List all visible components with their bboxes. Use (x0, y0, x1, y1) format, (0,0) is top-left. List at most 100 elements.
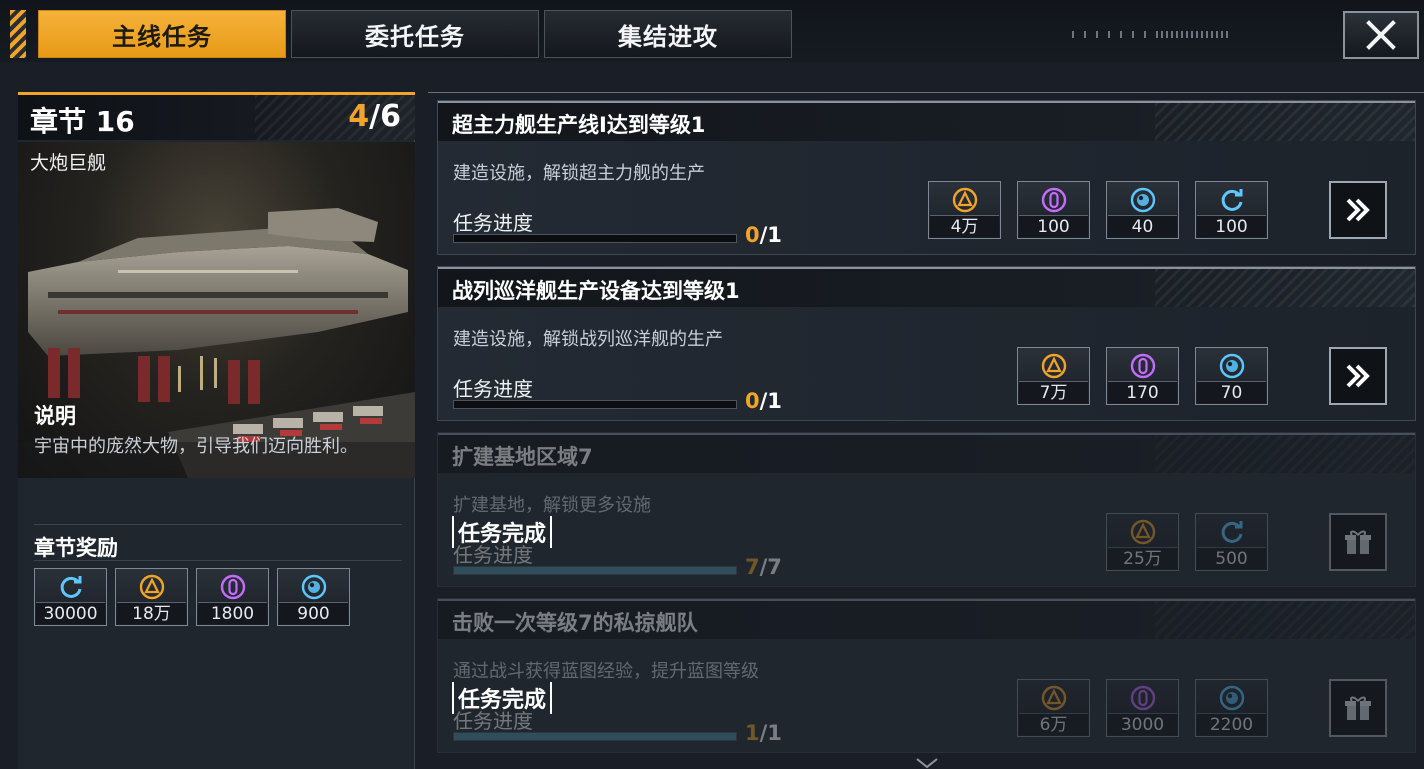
chapter-title: 章节 16 (30, 105, 135, 138)
reward-item[interactable]: 25万 (1106, 513, 1179, 571)
reward-amount: 3000 (1108, 713, 1177, 735)
task-progress-bar (453, 234, 737, 243)
task-reward-list: 6万 3000 2200 (1017, 679, 1268, 737)
decorative-ticks (1072, 30, 1252, 38)
top-bar: 主线任务 委托任务 集结进攻 (0, 0, 1424, 62)
reward-amount: 70 (1197, 381, 1266, 403)
double-chevron-right-icon (1346, 198, 1370, 222)
task-description: 扩建基地，解锁更多设施 (453, 495, 651, 516)
chapter-progress-current: 4 (348, 99, 370, 134)
task-progress-total: /1 (759, 721, 782, 745)
task-name: 扩建基地区域7 (452, 445, 593, 469)
task-progress-count: 0/1 (745, 389, 782, 413)
reward-amount: 7万 (1019, 381, 1088, 403)
tab-main-quest[interactable]: 主线任务 (38, 10, 286, 58)
refresh-icon (1218, 518, 1246, 546)
task-header: 扩建基地区域7 (438, 433, 1415, 473)
task-reward-list: 7万 170 70 (1017, 347, 1268, 405)
reward-amount: 170 (1108, 381, 1177, 403)
refresh-icon (1218, 186, 1246, 214)
chapter-ship-image (18, 142, 415, 478)
task-progress-current: 7 (745, 555, 760, 579)
chapter-progress-total: /6 (369, 99, 401, 134)
reward-item[interactable]: 40 (1106, 181, 1179, 239)
reward-item[interactable]: 6万 (1017, 679, 1090, 737)
task-progress-total: /1 (759, 389, 782, 413)
task-progress-current: 0 (745, 389, 760, 413)
claim-reward-button[interactable] (1329, 679, 1387, 737)
task-description: 建造设施，解锁战列巡洋舰的生产 (453, 329, 723, 350)
reward-item[interactable]: 4万 (928, 181, 1001, 239)
chapter-panel: 章节 16 4/6 大炮巨舰 说明 宇宙中的庞然大物，引导我们迈向胜利。 章节奖… (18, 92, 415, 769)
reward-item[interactable]: 70 (1195, 347, 1268, 405)
reward-item[interactable]: 30000 (34, 568, 107, 626)
reward-amount: 30000 (36, 602, 105, 624)
reward-amount: 25万 (1108, 547, 1177, 569)
task-progress-fill (454, 733, 736, 740)
reward-amount: 900 (279, 602, 348, 624)
task-description: 建造设施，解锁超主力舰的生产 (453, 163, 705, 184)
divider (34, 560, 402, 561)
reward-amount: 18万 (117, 602, 186, 624)
energy-orb-icon (1218, 684, 1246, 712)
gift-icon (1345, 696, 1371, 720)
triangle-coin-icon (138, 573, 166, 601)
energy-orb-icon (1129, 186, 1157, 214)
reward-amount: 6万 (1019, 713, 1088, 735)
crystal-icon (1040, 186, 1068, 214)
triangle-coin-icon (1040, 352, 1068, 380)
close-icon (1366, 20, 1396, 50)
task-progress-total: /7 (759, 555, 782, 579)
tab-commission-quest[interactable]: 委托任务 (291, 10, 539, 58)
hazard-stripe (10, 10, 26, 58)
task-header: 击败一次等级7的私掠舰队 (438, 599, 1415, 639)
reward-amount: 4万 (930, 215, 999, 237)
reward-amount: 500 (1197, 547, 1266, 569)
chapter-subtitle: 大炮巨舰 (30, 152, 107, 174)
task-progress-label: 任务进度 (453, 709, 533, 733)
task-card: 战列巡洋舰生产设备达到等级1 建造设施，解锁战列巡洋舰的生产 任务进度 0/1 7万 17… (437, 266, 1416, 421)
task-reward-list: 25万 500 (1106, 513, 1268, 571)
task-name: 超主力舰生产线Ⅰ达到等级1 (452, 113, 706, 137)
reward-amount: 1800 (198, 602, 267, 624)
reward-amount: 2200 (1197, 713, 1266, 735)
reward-item[interactable]: 3000 (1106, 679, 1179, 737)
go-to-task-button[interactable] (1329, 347, 1387, 405)
task-header: 战列巡洋舰生产设备达到等级1 (438, 267, 1415, 307)
task-card: 超主力舰生产线Ⅰ达到等级1 建造设施，解锁超主力舰的生产 任务进度 0/1 4万 100 4… (437, 100, 1416, 255)
double-chevron-right-icon (1346, 364, 1370, 388)
reward-item[interactable]: 170 (1106, 347, 1179, 405)
task-progress-count: 1/1 (745, 721, 782, 745)
task-reward-list: 4万 100 40 100 (928, 181, 1268, 239)
triangle-coin-icon (1040, 684, 1068, 712)
chapter-reward-title: 章节奖励 (34, 536, 118, 560)
reward-item[interactable]: 100 (1195, 181, 1268, 239)
task-progress-label: 任务进度 (453, 543, 533, 567)
reward-item[interactable]: 1800 (196, 568, 269, 626)
task-progress-current: 0 (745, 223, 760, 247)
energy-orb-icon (1218, 352, 1246, 380)
claim-reward-button[interactable] (1329, 513, 1387, 571)
go-to-task-button[interactable] (1329, 181, 1387, 239)
chapter-header: 章节 16 4/6 (18, 92, 415, 140)
triangle-coin-icon (951, 186, 979, 214)
reward-item[interactable]: 500 (1195, 513, 1268, 571)
tab-rally-attack[interactable]: 集结进攻 (544, 10, 792, 58)
reward-item[interactable]: 100 (1017, 181, 1090, 239)
task-description: 通过战斗获得蓝图经验，提升蓝图等级 (453, 661, 759, 682)
description-title: 说明 (34, 404, 76, 428)
task-card: 击败一次等级7的私掠舰队通过战斗获得蓝图经验，提升蓝图等级 任务进度 1/1 6万 30… (437, 598, 1416, 753)
reward-item[interactable]: 7万 (1017, 347, 1090, 405)
reward-item[interactable]: 2200 (1195, 679, 1268, 737)
task-card: 扩建基地区域7 扩建基地，解锁更多设施 任务进度 7/7 25万 500 (437, 432, 1416, 587)
task-name: 战列巡洋舰生产设备达到等级1 (452, 279, 740, 303)
task-progress-current: 1 (745, 721, 760, 745)
scroll-down-chevron-icon[interactable] (915, 757, 939, 769)
reward-item[interactable]: 900 (277, 568, 350, 626)
reward-item[interactable]: 18万 (115, 568, 188, 626)
description-text: 宇宙中的庞然大物，引导我们迈向胜利。 (34, 436, 358, 457)
triangle-coin-icon (1129, 518, 1157, 546)
task-progress-total: /1 (759, 223, 782, 247)
task-header: 超主力舰生产线Ⅰ达到等级1 (438, 101, 1415, 141)
close-button[interactable] (1343, 11, 1419, 59)
